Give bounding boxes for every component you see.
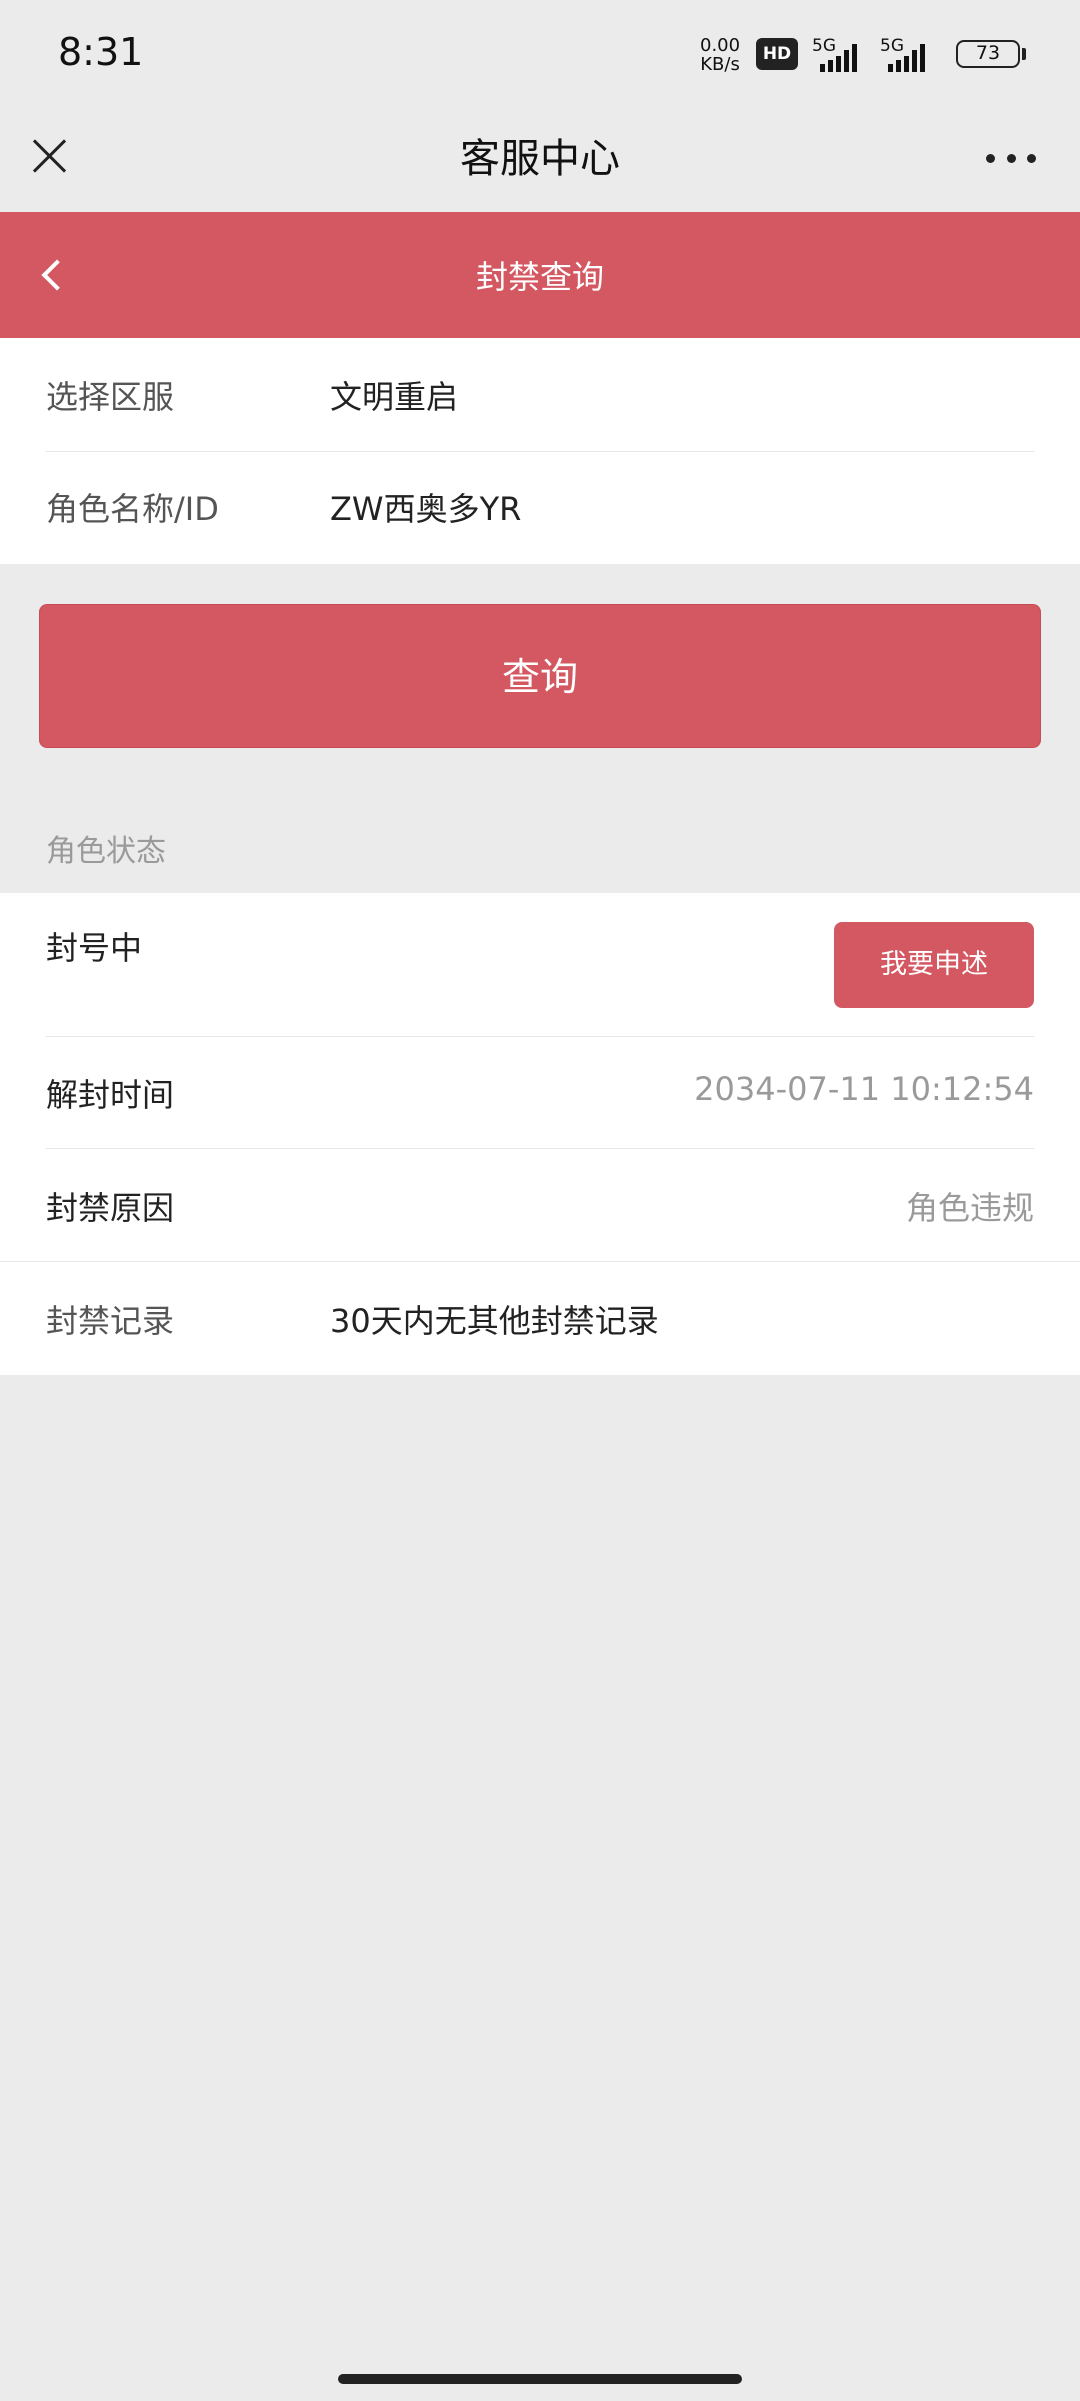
role-status-panel: 封号中 我要申述 解封时间 2034-07-11 10:12:54 封禁原因 角…	[0, 893, 1080, 1375]
clock-time: 8:31	[58, 30, 144, 74]
page-header: 封禁查询	[0, 212, 1080, 338]
divider	[46, 451, 1034, 452]
network-speed: 0.00 KB/s	[700, 36, 740, 74]
ban-record-label: 封禁记录	[46, 1302, 175, 1340]
status-bar: 8:31 0.00 KB/s HD 5G 5G 73	[0, 0, 1080, 108]
more-options-icon[interactable]	[986, 148, 1036, 168]
role-status-heading: 角色状态	[46, 834, 166, 869]
divider	[46, 1148, 1034, 1149]
network-speed-unit: KB/s	[700, 54, 740, 75]
hd-voice-icon: HD	[756, 38, 798, 70]
network-speed-value: 0.00	[700, 35, 741, 56]
server-label: 选择区服	[46, 378, 175, 416]
query-form: 选择区服 文明重启 角色名称/ID ZW西奥多YR	[0, 338, 1080, 564]
title-bar: 客服中心	[0, 108, 1080, 212]
battery-icon: 73	[956, 40, 1020, 68]
server-select[interactable]: 文明重启	[330, 372, 458, 418]
role-label: 角色名称/ID	[46, 490, 219, 528]
unban-time-value: 2034-07-11 10:12:54	[694, 1070, 1034, 1108]
signal-icon-sim1: 5G	[812, 36, 874, 72]
signal-icon-sim2: 5G	[880, 36, 944, 72]
ban-reason-label: 封禁原因	[46, 1189, 175, 1227]
query-button[interactable]: 查询	[39, 604, 1041, 748]
status-badge: 封号中	[46, 929, 143, 967]
unban-time-label: 解封时间	[46, 1076, 175, 1114]
home-indicator[interactable]	[338, 2374, 742, 2384]
app-title: 客服中心	[460, 136, 620, 182]
divider	[0, 1261, 1080, 1262]
page-title: 封禁查询	[475, 258, 604, 296]
ban-record-value: 30天内无其他封禁记录	[330, 1302, 659, 1340]
ban-reason-value: 角色违规	[905, 1189, 1034, 1227]
divider	[46, 1036, 1034, 1037]
battery-tip	[1022, 48, 1026, 60]
appeal-button[interactable]: 我要申述	[834, 922, 1034, 1008]
role-input[interactable]: ZW西奥多YR	[330, 484, 521, 530]
